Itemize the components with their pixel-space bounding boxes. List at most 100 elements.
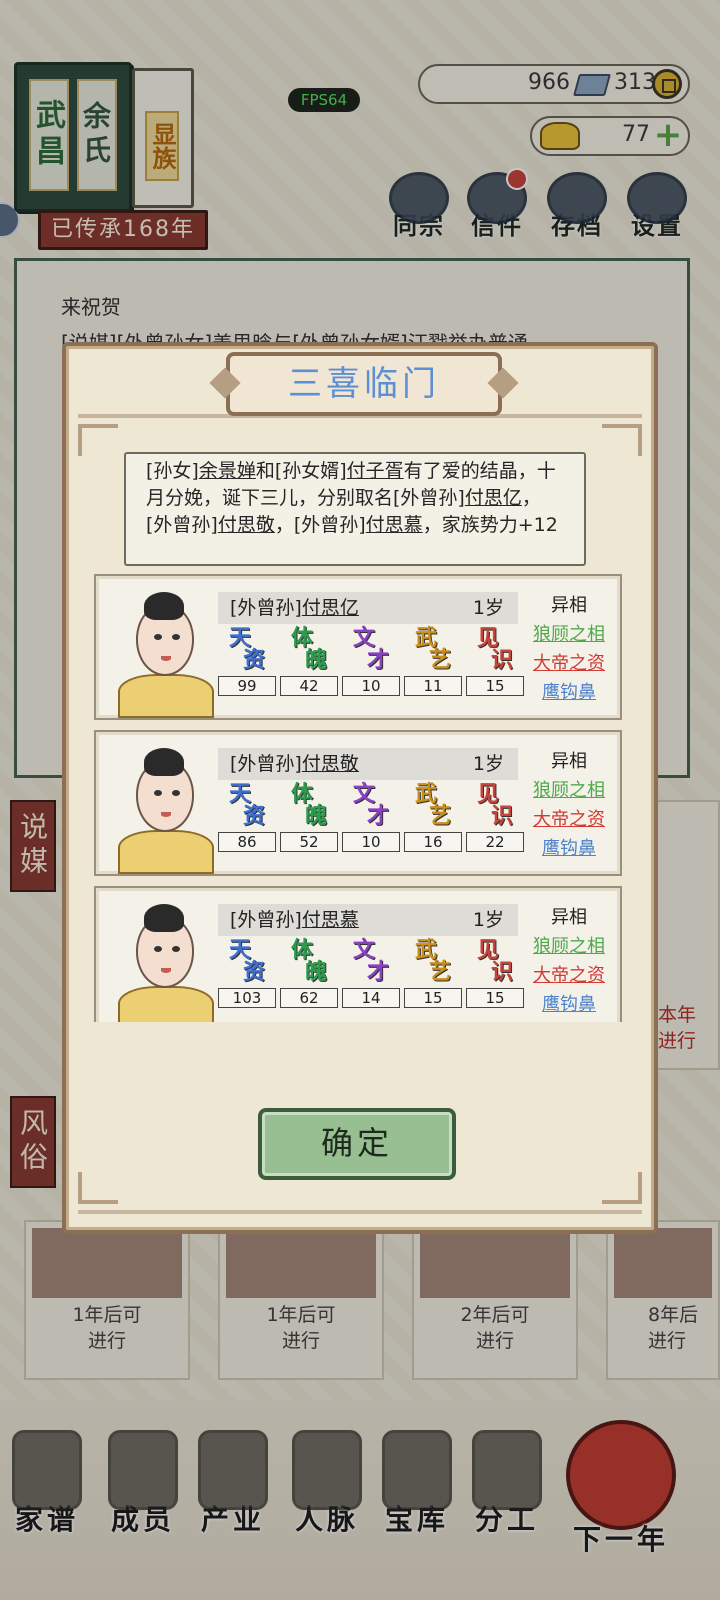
stat-value: 103 [218,988,276,1008]
stat-glyph: 魄 [304,804,327,829]
stat-glyph: 魄 [304,648,327,673]
stat-glyph: 资 [242,804,265,829]
triple-joy-modal: 三喜临门 [孙女]余景婵和[孙女婿]付子胥有了爱的结晶，十月分娩，诞下三儿，分别… [62,342,658,1234]
child-name-bar: [外曾孙]付思慕 1岁 [218,904,518,936]
stat-glyph: 魄 [304,960,327,985]
child-relation: [外曾孙] [230,909,302,931]
stat-value: 15 [466,988,524,1008]
stat-glyph: 才 [366,960,389,985]
stat-label: 见识 [466,628,524,676]
stat-glyph: 才 [366,804,389,829]
stat-label: 见识 [466,940,524,988]
child-card[interactable]: [外曾孙]付思慕 1岁天资 103 体魄 62 文才 14 武艺 15 见识 15 异相 狼顾之相 大帝之… [94,886,622,1022]
modal-title: 三喜临门 [288,364,440,404]
child-stat: 见识 22 [466,784,524,852]
avatar-eye [154,946,162,952]
stat-value: 42 [280,676,338,696]
stat-value: 15 [404,988,462,1008]
frame-corner [78,424,118,456]
confirm-button[interactable]: 确定 [258,1108,456,1180]
person-link[interactable]: 付思慕 [366,514,423,536]
trait-link[interactable]: 狼顾之相 [524,932,614,961]
child-name[interactable]: 付思敬 [302,753,359,775]
child-card[interactable]: [外曾孙]付思亿 1岁天资 99 体魄 42 文才 10 武艺 11 见识 15 异相 狼顾之相 大帝之资… [94,574,622,720]
event-description: [孙女]余景婵和[孙女婿]付子胥有了爱的结晶，十月分娩，诞下三儿，分别取名[外曾… [124,452,586,566]
child-traits: 异相狼顾之相 大帝之资 鹰钩鼻 [524,592,614,707]
frame-corner [602,1172,642,1204]
stat-glyph: 才 [366,648,389,673]
stat-glyph: 艺 [428,648,451,673]
child-name[interactable]: 付思亿 [302,597,359,619]
trait-link[interactable]: 狼顾之相 [524,620,614,649]
child-age: 1岁 [472,909,504,931]
stat-glyph: 艺 [428,804,451,829]
frame-corner [602,424,642,456]
stat-glyph: 见 [476,782,499,807]
person-link[interactable]: 付思亿 [465,487,522,509]
child-name[interactable]: 付思慕 [302,909,359,931]
trait-link[interactable]: 大帝之资 [524,649,614,678]
trait-link[interactable]: 大帝之资 [524,805,614,834]
stat-glyph: 资 [242,960,265,985]
avatar-eye [172,946,180,952]
avatar-mouth [161,656,171,661]
stat-value: 52 [280,832,338,852]
stat-glyph: 见 [476,626,499,651]
child-relation: [外曾孙] [230,753,302,775]
stat-value: 86 [218,832,276,852]
stat-glyph: 艺 [428,960,451,985]
avatar-hair [144,904,184,932]
child-card[interactable]: [外曾孙]付思敬 1岁天资 86 体魄 52 文才 10 武艺 16 见识 22 异相 狼顾之相 大帝之资… [94,730,622,876]
avatar-mouth [161,812,171,817]
stat-value: 99 [218,676,276,696]
stat-value: 15 [466,676,524,696]
stat-value: 10 [342,676,400,696]
person-link[interactable]: 付思敬 [218,514,275,536]
traits-header: 异相 [551,907,587,928]
child-avatar [118,746,214,874]
child-traits: 异相狼顾之相 大帝之资 鹰钩鼻 [524,904,614,1019]
desc-text: [孙女] [146,460,199,482]
stat-value: 22 [466,832,524,852]
stat-value: 10 [342,832,400,852]
child-name-bar: [外曾孙]付思敬 1岁 [218,748,518,780]
avatar-eye [154,790,162,796]
trait-link[interactable]: 鹰钩鼻 [524,834,614,863]
desc-text: 和[孙女婿] [255,460,347,482]
avatar-eye [172,634,180,640]
person-link[interactable]: 付子胥 [347,460,404,482]
stat-value: 11 [404,676,462,696]
stat-glyph: 识 [490,648,513,673]
trait-link[interactable]: 大帝之资 [524,961,614,990]
child-avatar [118,590,214,718]
avatar-robe [118,674,214,718]
person-link[interactable]: 余景婵 [199,460,256,482]
child-relation: [外曾孙] [230,597,302,619]
child-stat: 见识 15 [466,940,524,1008]
stat-label: 见识 [466,784,524,832]
stat-glyph: 识 [490,960,513,985]
modal-title-plate: 三喜临门 [226,352,502,416]
child-stat: 见识 15 [466,628,524,696]
child-age: 1岁 [472,753,504,775]
desc-text: ，家族势力+12 [422,514,558,536]
avatar-robe [118,986,214,1022]
trait-link[interactable]: 狼顾之相 [524,776,614,805]
stat-glyph: 资 [242,648,265,673]
frame-corner [78,1172,118,1204]
stat-glyph: 识 [490,804,513,829]
stat-glyph: 见 [476,938,499,963]
child-traits: 异相 狼顾之相 大帝之资 鹰钩鼻 [524,748,614,863]
child-age: 1岁 [472,597,504,619]
avatar-robe [118,830,214,874]
children-list[interactable]: [外曾孙]付思亿 1岁天资 99 体魄 42 文才 10 武艺 11 见识 15 异相 狼顾之相 大帝之资… [90,574,650,1022]
trait-link[interactable]: 鹰钩鼻 [524,678,614,707]
desc-text: ，[外曾孙] [274,514,366,536]
child-avatar [118,902,214,1022]
stat-value: 62 [280,988,338,1008]
traits-header: 异相 [551,595,587,616]
trait-link[interactable]: 鹰钩鼻 [524,990,614,1019]
avatar-eye [172,790,180,796]
stat-value: 14 [342,988,400,1008]
avatar-mouth [161,968,171,973]
